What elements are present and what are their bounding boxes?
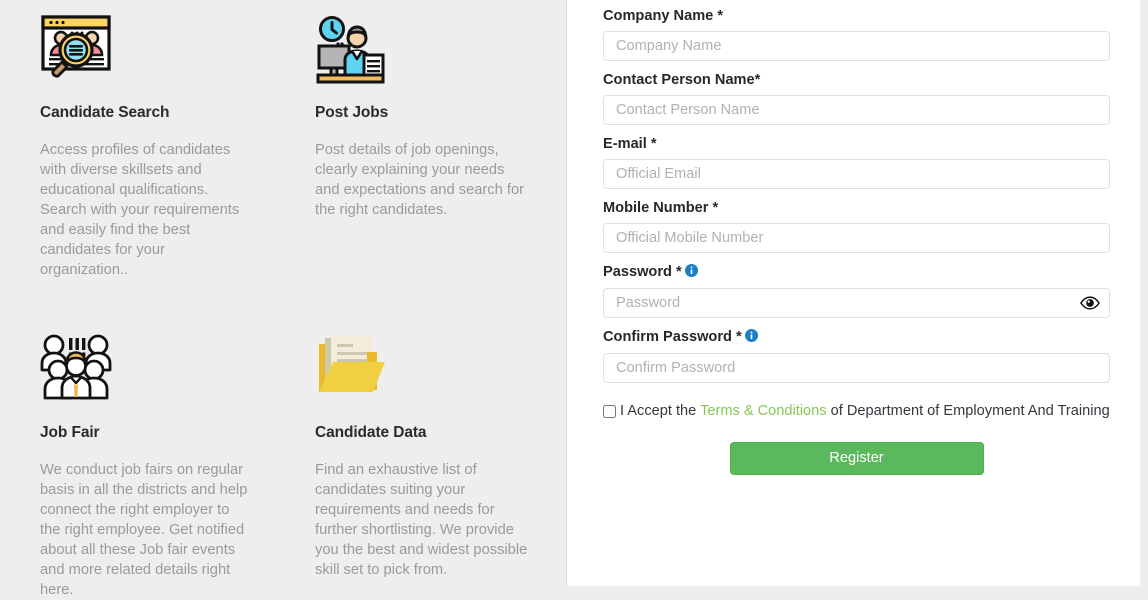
- terms-and-conditions-link[interactable]: Terms & Conditions: [700, 403, 827, 419]
- email-input[interactable]: [603, 159, 1110, 189]
- candidate-data-icon: [315, 334, 530, 412]
- input-shell-confirm-password: [603, 353, 1110, 383]
- info-icon[interactable]: [684, 264, 698, 281]
- info-icon[interactable]: [744, 329, 758, 346]
- registration-form-panel: Company Name * Contact Person Name* E-ma…: [567, 0, 1148, 586]
- feature-description: We conduct job fairs on regular basis in…: [40, 462, 248, 598]
- feature-card-job-fair: Job Fair We conduct job fairs on regular…: [0, 320, 277, 598]
- label-confirm-password-text: Confirm Password *: [603, 329, 742, 345]
- confirm-password-input[interactable]: [603, 353, 1110, 383]
- password-input[interactable]: [603, 288, 1110, 318]
- contact-person-name-input[interactable]: [603, 95, 1110, 125]
- field-password: Password *: [603, 264, 1110, 318]
- field-email: E-mail *: [603, 136, 1110, 189]
- feature-title: Post Jobs: [315, 104, 389, 121]
- page-right-gutter: [1140, 0, 1148, 586]
- feature-description: Find an exhaustive list of candidates su…: [315, 462, 528, 578]
- company-name-input[interactable]: [603, 31, 1110, 61]
- feature-description: Access profiles of candidates with diver…: [40, 142, 240, 278]
- register-button[interactable]: Register: [729, 442, 984, 475]
- field-company-name: Company Name *: [603, 8, 1110, 61]
- feature-card-post-jobs: Post Jobs Post details of job openings, …: [277, 0, 554, 320]
- input-shell-contact-person-name: [603, 95, 1110, 125]
- registration-form: Company Name * Contact Person Name* E-ma…: [567, 0, 1148, 475]
- post-jobs-icon: [315, 14, 530, 92]
- terms-text: I Accept the Terms & Conditions of Depar…: [620, 403, 1110, 420]
- features-panel: Candidate Search Access profiles of cand…: [0, 0, 567, 598]
- job-fair-icon: [40, 334, 253, 412]
- terms-acceptance-row: I Accept the Terms & Conditions of Depar…: [603, 403, 1110, 420]
- terms-prefix: I Accept the: [620, 403, 701, 419]
- feature-title: Candidate Search: [40, 104, 170, 121]
- feature-card-candidate-search: Candidate Search Access profiles of cand…: [0, 0, 277, 320]
- label-contact-person-name: Contact Person Name*: [603, 72, 761, 88]
- mobile-number-input[interactable]: [603, 223, 1110, 253]
- label-password-text: Password *: [603, 264, 682, 280]
- label-mobile-number: Mobile Number *: [603, 200, 719, 216]
- label-company-name: Company Name *: [603, 8, 724, 24]
- input-shell-password: [603, 288, 1110, 318]
- features-grid: Candidate Search Access profiles of cand…: [0, 0, 566, 598]
- register-button-row: Register: [603, 442, 1110, 475]
- label-email: E-mail *: [603, 136, 657, 152]
- feature-title: Candidate Data: [315, 424, 427, 441]
- registration-page: Candidate Search Access profiles of cand…: [0, 0, 1148, 598]
- label-confirm-password: Confirm Password *: [603, 329, 1110, 346]
- input-shell-mobile-number: [603, 223, 1110, 253]
- feature-card-candidate-data: Candidate Data Find an exhaustive list o…: [277, 320, 554, 586]
- input-shell-email: [603, 159, 1110, 189]
- feature-title: Job Fair: [40, 424, 100, 441]
- accept-terms-checkbox[interactable]: [603, 405, 616, 418]
- terms-suffix: of Department of Employment And Training: [826, 403, 1110, 419]
- feature-description: Post details of job openings, clearly ex…: [315, 142, 525, 218]
- field-confirm-password: Confirm Password *: [603, 329, 1110, 383]
- candidate-search-icon: [40, 14, 253, 92]
- field-mobile-number: Mobile Number *: [603, 200, 1110, 253]
- input-shell-company-name: [603, 31, 1110, 61]
- toggle-password-visibility-eye-icon[interactable]: [1080, 295, 1100, 311]
- label-password: Password *: [603, 264, 1110, 281]
- field-contact-person-name: Contact Person Name*: [603, 72, 1110, 125]
